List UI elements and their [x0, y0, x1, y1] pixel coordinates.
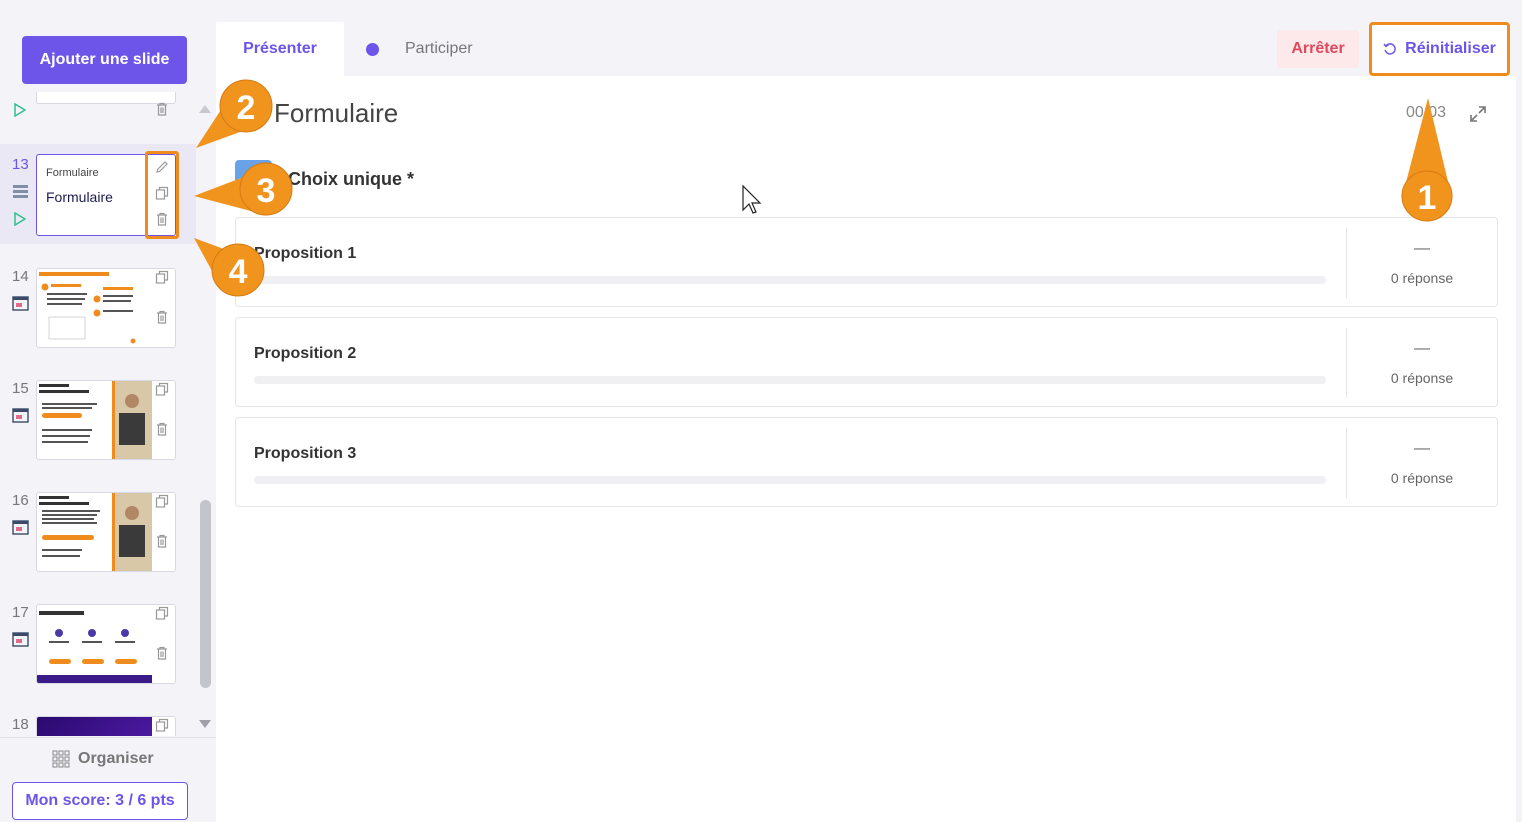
organise-button[interactable]: Organiser	[52, 748, 154, 770]
duplicate-slide-button[interactable]	[152, 268, 172, 288]
proposition-progress-bar	[254, 276, 1326, 284]
proposition-row: Proposition 3 — 0 réponse	[235, 417, 1498, 507]
delete-slide-button[interactable]	[152, 308, 172, 328]
trash-icon	[157, 310, 167, 324]
scroll-up-arrow-icon[interactable]	[198, 102, 212, 114]
trash-icon	[157, 646, 167, 660]
copy-icon	[155, 718, 169, 732]
duplicate-slide-button[interactable]	[152, 716, 172, 736]
divider	[1346, 428, 1347, 498]
duplicate-slide-button[interactable]	[152, 184, 172, 204]
trash-icon	[157, 102, 167, 116]
main-panel: Présenter Participer Arrêter Réinitialis…	[216, 22, 1516, 822]
slide-list: 13 Formulaire Formulaire 14 15 16 17 18	[0, 92, 200, 736]
expand-icon[interactable]	[1468, 104, 1488, 124]
slide-item-15[interactable]: 15	[0, 368, 196, 468]
thumbnail-image	[39, 272, 136, 344]
delete-slide-button[interactable]	[152, 210, 172, 230]
thumbnail-title: Formulaire	[46, 189, 113, 205]
reset-label: Réinitialiser	[1405, 40, 1496, 57]
duplicate-slide-button[interactable]	[152, 380, 172, 400]
thumbnail-image	[39, 493, 152, 571]
presentation-icon	[12, 520, 29, 535]
scroll-down-arrow-icon[interactable]	[198, 718, 212, 730]
my-score-button[interactable]: Mon score: 3 / 6 pts	[12, 782, 188, 820]
sidebar-footer: Organiser Mon score: 3 / 6 pts	[0, 737, 216, 822]
slide-number: 15	[12, 380, 29, 397]
stop-button[interactable]: Arrêter	[1277, 30, 1359, 68]
proposition-row: Proposition 2 — 0 réponse	[235, 317, 1498, 407]
form-list-icon	[13, 185, 28, 198]
question-type-badge	[235, 160, 272, 190]
thumbnail-image	[37, 717, 152, 736]
refresh-icon	[1383, 43, 1396, 55]
status-dot-icon	[366, 42, 379, 56]
top-strip	[216, 0, 1522, 22]
thumbnail-image	[39, 381, 152, 459]
sidebar-scrollbar-thumb[interactable]	[200, 500, 211, 688]
slide-sidebar: Ajouter une slide 13 Formulaire Formulai…	[0, 0, 216, 822]
slide-title: Formulaire	[274, 98, 399, 128]
proposition-value: —	[1414, 340, 1430, 357]
add-slide-button[interactable]: Ajouter une slide	[22, 36, 187, 84]
proposition-value: —	[1414, 240, 1430, 257]
copy-icon	[155, 494, 169, 508]
duplicate-slide-button[interactable]	[152, 604, 172, 624]
proposition-count: 0 réponse	[1390, 470, 1454, 486]
question-label: Choix unique *	[288, 169, 414, 189]
slide-item-13[interactable]: 13 Formulaire Formulaire	[0, 144, 196, 244]
presentation-icon	[12, 632, 29, 647]
proposition-value: —	[1414, 440, 1430, 457]
proposition-label: Proposition 3	[254, 445, 357, 462]
tab-bar: Présenter Participer Arrêter Réinitialis…	[216, 22, 1516, 76]
duplicate-slide-button[interactable]	[152, 492, 172, 512]
copy-icon	[155, 270, 169, 284]
proposition-count: 0 réponse	[1390, 370, 1454, 386]
play-icon[interactable]	[14, 212, 26, 226]
timer: 00:03	[1406, 104, 1447, 121]
tab-participate-label: Participer	[405, 40, 473, 57]
slide-number: 13	[12, 156, 29, 173]
thumbnail-small-title: Formulaire	[46, 167, 99, 179]
delete-slide-button[interactable]	[152, 100, 172, 120]
slide-item[interactable]	[0, 92, 196, 117]
presentation-icon	[12, 296, 29, 311]
tab-participate[interactable]: Participer	[366, 22, 473, 76]
proposition-progress-bar	[254, 476, 1326, 484]
slide-item-17[interactable]: 17	[0, 592, 196, 692]
proposition-count: 0 réponse	[1390, 270, 1454, 286]
proposition-label: Proposition 1	[254, 245, 357, 262]
slide-item-14[interactable]: 14	[0, 256, 196, 356]
thumbnail-image	[37, 611, 152, 683]
slide-number: 18	[12, 716, 29, 733]
pencil-icon	[156, 160, 168, 173]
delete-slide-button[interactable]	[152, 420, 172, 440]
divider	[1346, 328, 1347, 398]
reset-button[interactable]: Réinitialiser	[1369, 22, 1510, 76]
slide-item-16[interactable]: 16	[0, 480, 196, 580]
play-icon[interactable]	[14, 103, 26, 117]
delete-slide-button[interactable]	[152, 644, 172, 664]
copy-icon	[155, 382, 169, 396]
slide-number: 14	[12, 268, 29, 285]
tab-present[interactable]: Présenter	[216, 22, 344, 76]
copy-icon	[155, 606, 169, 620]
grid-icon	[52, 750, 70, 768]
copy-icon	[155, 186, 169, 200]
slide-number: 16	[12, 492, 29, 509]
trash-icon	[157, 212, 167, 226]
presentation-icon	[12, 408, 29, 423]
slide-number: 17	[12, 604, 29, 621]
edit-slide-button[interactable]	[152, 158, 172, 178]
organise-label: Organiser	[78, 750, 154, 767]
slide-item-18[interactable]: 18	[0, 704, 196, 736]
proposition-label: Proposition 2	[254, 345, 357, 362]
trash-icon	[157, 534, 167, 548]
trash-icon	[157, 422, 167, 436]
proposition-row: Proposition 1 — 0 réponse	[235, 217, 1498, 307]
delete-slide-button[interactable]	[152, 532, 172, 552]
divider	[1346, 228, 1347, 298]
proposition-progress-bar	[254, 376, 1326, 384]
